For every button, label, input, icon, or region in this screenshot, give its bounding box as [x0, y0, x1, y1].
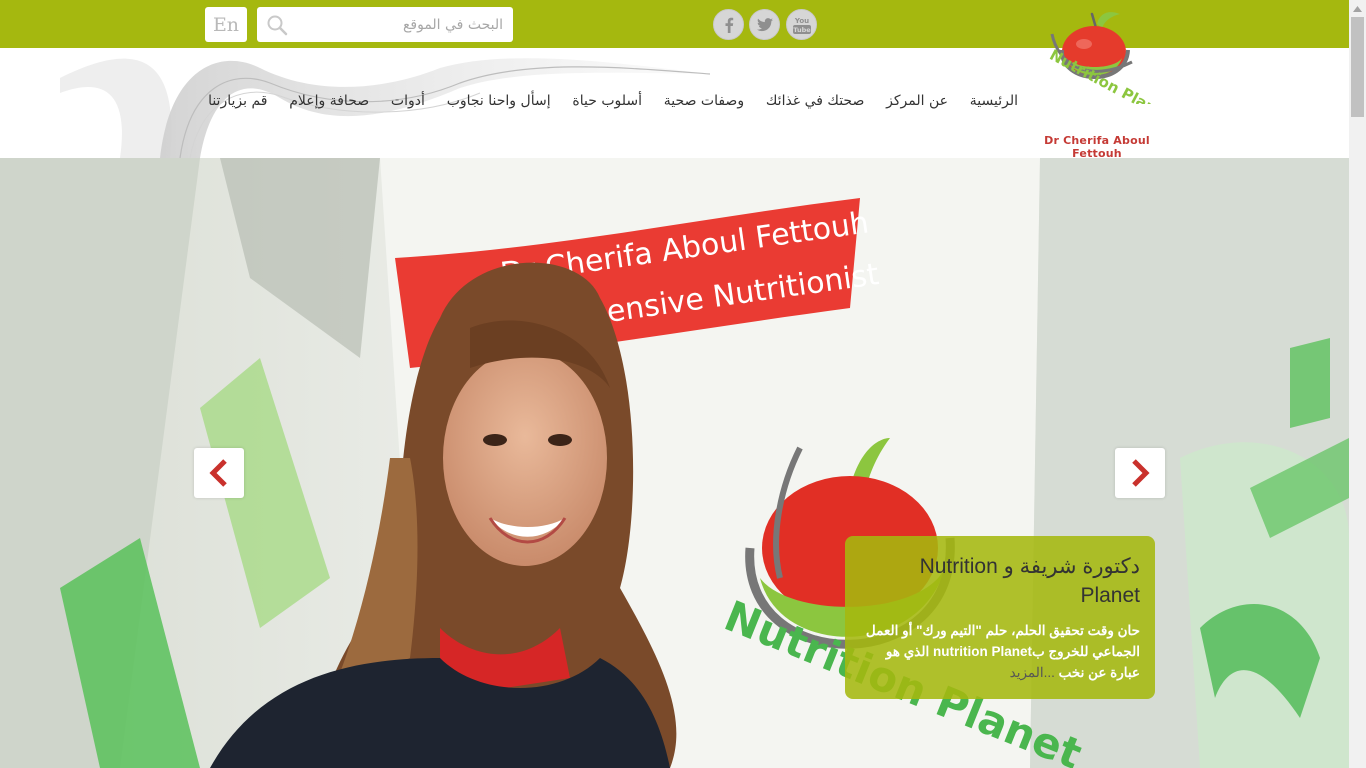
main-nav: الرئيسية عن المركز صحتك في غذائك وصفات ص…: [208, 93, 1018, 117]
nav-item-home[interactable]: الرئيسية: [970, 93, 1018, 117]
page-scrollbar[interactable]: [1349, 0, 1366, 768]
logo-subtitle: Dr Cherifa Aboul Fettouh: [1044, 134, 1150, 160]
svg-text:You: You: [793, 17, 808, 25]
read-more-link[interactable]: ...المزيد: [1010, 665, 1055, 680]
search-input[interactable]: [297, 7, 505, 42]
chevron-left-icon: [209, 459, 227, 487]
search-box: [257, 7, 513, 42]
nav-item-recipes[interactable]: وصفات صحية: [664, 93, 744, 117]
caption-title: دكتورة شريفة و Nutrition Planet: [919, 555, 1140, 607]
slider-next-button[interactable]: [1115, 448, 1165, 498]
youtube-icon[interactable]: You Tube: [786, 9, 817, 40]
scroll-up-arrow-icon[interactable]: [1349, 0, 1366, 17]
nav-item-about[interactable]: عن المركز: [886, 93, 948, 117]
nav-item-lifestyle[interactable]: أسلوب حياة: [572, 93, 642, 117]
slide-caption: دكتورة شريفة و Nutrition Planet حان وقت …: [845, 536, 1155, 699]
nav-item-health[interactable]: صحتك في غذائك: [766, 93, 864, 117]
scrollbar-thumb[interactable]: [1351, 17, 1364, 117]
nav-item-visit[interactable]: قم بزيارتنا: [208, 93, 267, 117]
slider-prev-button[interactable]: [194, 448, 244, 498]
search-icon[interactable]: [266, 14, 288, 36]
nav-item-tools[interactable]: أدوات: [391, 93, 425, 117]
site-logo[interactable]: Nutrition Planet: [1022, 4, 1172, 104]
language-toggle-button[interactable]: En: [205, 7, 247, 42]
facebook-icon[interactable]: [713, 9, 744, 40]
twitter-icon[interactable]: [749, 9, 780, 40]
nav-item-press[interactable]: صحافة وإعلام: [289, 93, 369, 117]
caption-body: حان وقت تحقيق الحلم، حلم "التيم ورك" أو …: [865, 623, 1140, 680]
caption-text: حان وقت تحقيق الحلم، حلم "التيم ورك" أو …: [865, 620, 1140, 683]
hero-slider: Dr Cherifa Aboul Fettouh Comprehensive N…: [0, 158, 1349, 768]
nav-item-ask[interactable]: إسأل واحنا نجاوب: [447, 93, 551, 117]
svg-text:Tube: Tube: [793, 26, 811, 34]
chevron-right-icon: [1132, 459, 1150, 487]
